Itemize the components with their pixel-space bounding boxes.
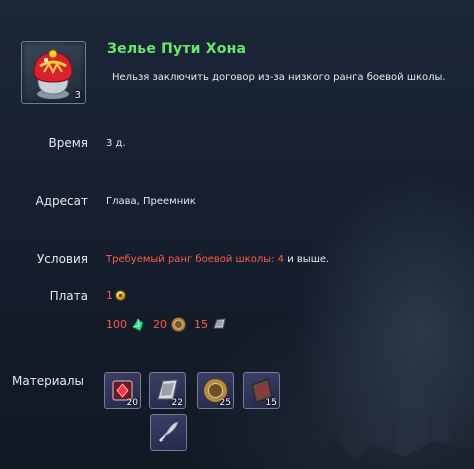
recipient-label: Адресат — [35, 194, 88, 208]
cost-amount-2: 20 — [153, 318, 167, 331]
conditions-value: Требуемый ранг боевой школы: 4 и выше. — [106, 254, 329, 265]
material-slot-2[interactable]: 22 — [149, 372, 186, 409]
material-slot-5[interactable] — [150, 414, 187, 451]
item-stack-count: 3 — [74, 90, 81, 101]
payment-gold-amount: 1 — [106, 289, 113, 302]
material-slot-4[interactable]: 15 — [243, 372, 280, 409]
materials-label: Материалы — [12, 374, 84, 388]
bronze-medallion-icon — [171, 317, 186, 332]
material-count-4: 15 — [265, 398, 277, 408]
gold-coin-icon — [115, 290, 126, 301]
green-crystal-icon — [132, 317, 144, 332]
time-label: Время — [48, 136, 88, 150]
material-slot-3[interactable]: 25 — [197, 372, 234, 409]
material-slot-1[interactable]: 20 — [104, 372, 141, 409]
payment-label: Плата — [49, 289, 88, 303]
cost-amount-3: 15 — [194, 318, 208, 331]
item-icon-slot[interactable]: 3 — [21, 41, 86, 104]
cost-row: 100 20 15 — [106, 316, 228, 333]
silver-ingot-icon — [213, 318, 226, 329]
payment-gold: 1 — [106, 289, 126, 302]
recipient-value: Глава, Преемник — [106, 196, 196, 207]
conditions-label: Условия — [36, 252, 88, 266]
material-count-1: 20 — [126, 398, 138, 408]
time-value: 3 д. — [106, 138, 126, 149]
conditions-suffix: и выше. — [284, 254, 330, 265]
material-count-3: 25 — [219, 398, 231, 408]
item-description: Нельзя заключить договор из-за низкого р… — [112, 72, 446, 83]
background-scenery — [274, 324, 474, 469]
conditions-requirement: Требуемый ранг боевой школы: 4 — [106, 254, 285, 265]
material-count-2: 22 — [171, 398, 183, 408]
feather-quill-icon — [159, 421, 179, 442]
item-name: Зелье Пути Хона — [107, 41, 247, 57]
cost-amount-1: 100 — [106, 318, 127, 331]
